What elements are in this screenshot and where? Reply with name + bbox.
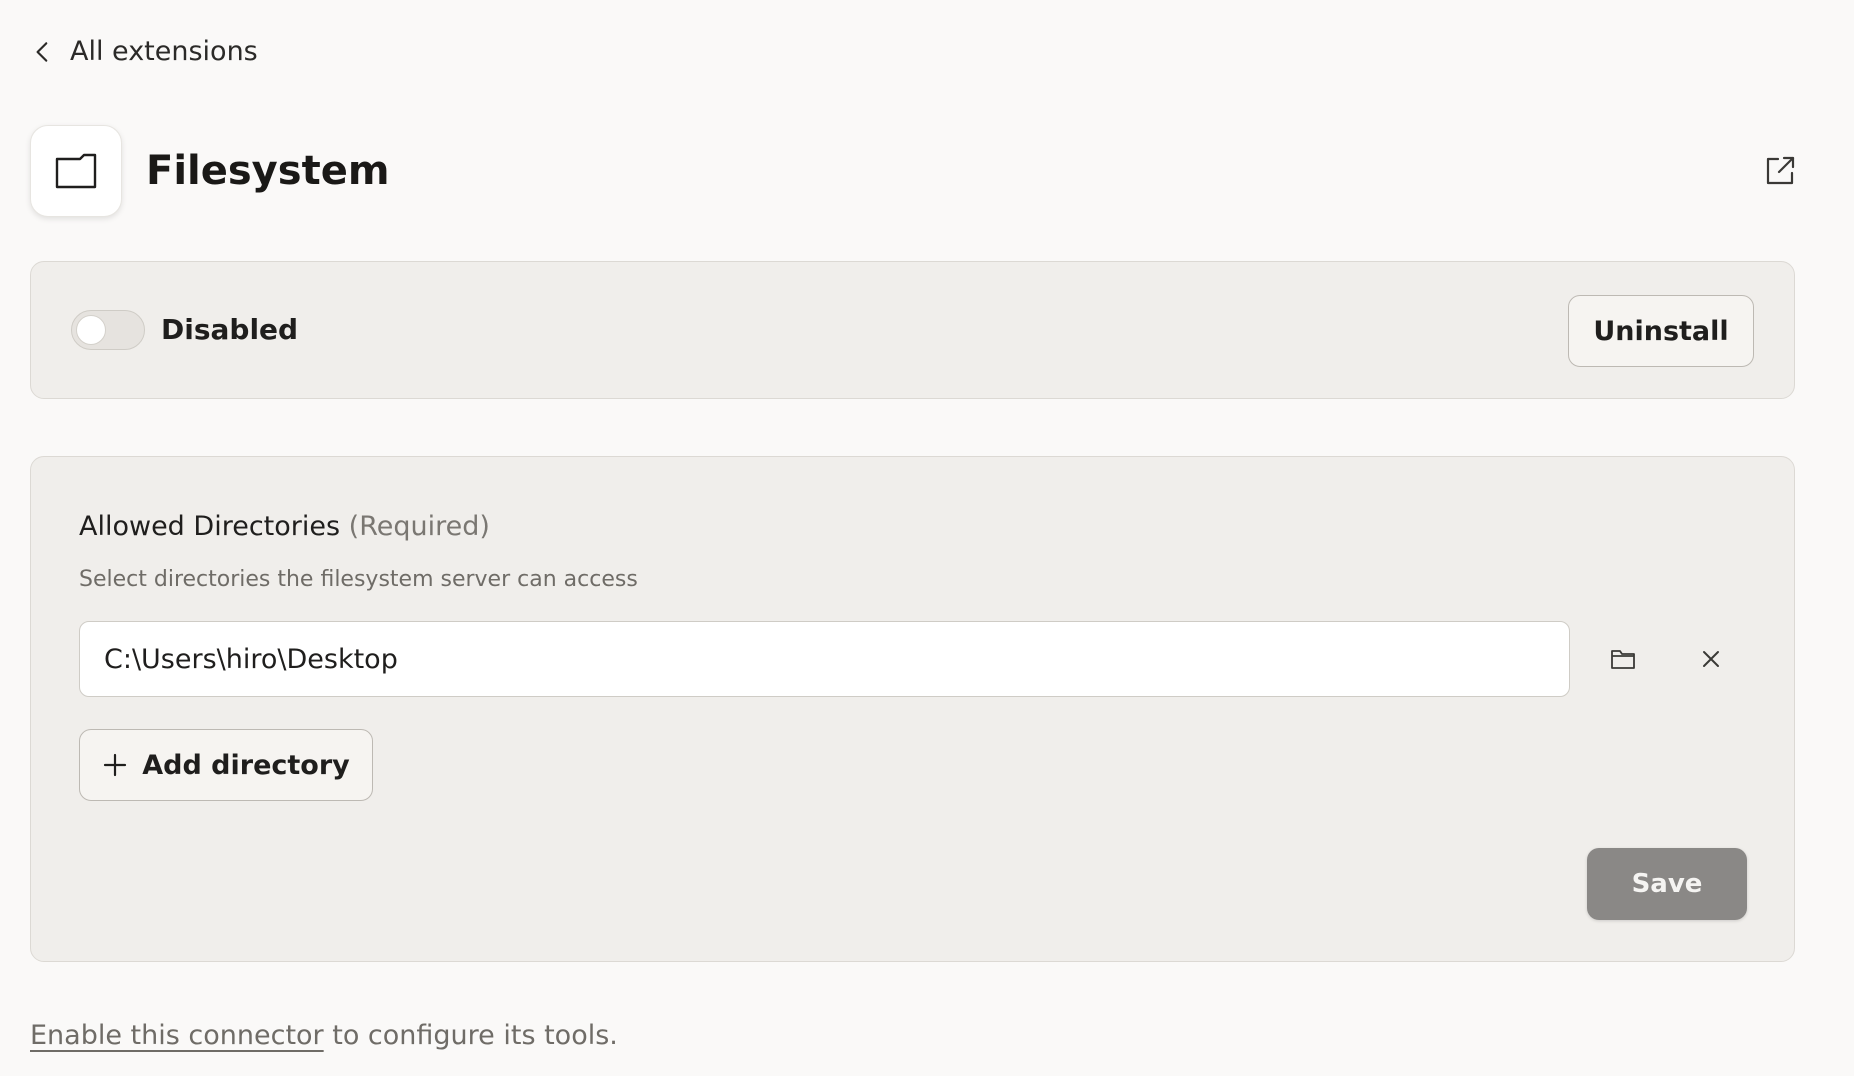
status-card: Disabled Uninstall (30, 261, 1795, 399)
enable-connector-link[interactable]: Enable this connector (30, 1020, 324, 1051)
required-tag: (Required) (348, 511, 490, 542)
footer-note: Enable this connector to configure its t… (30, 1020, 618, 1051)
extension-icon-tile (30, 125, 122, 217)
close-icon (1703, 651, 1719, 667)
open-external-button[interactable] (1762, 153, 1798, 189)
uninstall-button[interactable]: Uninstall (1568, 295, 1754, 367)
remove-directory-button[interactable] (1689, 637, 1733, 681)
extension-title: Filesystem (146, 148, 390, 194)
footer-rest-text: to configure its tools. (323, 1020, 618, 1051)
field-help-text: Select directories the filesystem server… (79, 567, 638, 592)
external-link-icon (1766, 156, 1795, 185)
extension-header: Filesystem (30, 125, 1854, 217)
back-link[interactable]: All extensions (30, 36, 258, 67)
folder-icon (55, 153, 97, 189)
add-directory-button[interactable]: Add directory (79, 729, 373, 801)
chevron-left-icon (36, 41, 48, 62)
status-label: Disabled (161, 313, 299, 346)
plus-icon (104, 753, 127, 777)
enable-toggle[interactable] (71, 310, 145, 350)
browse-directory-button[interactable] (1601, 637, 1645, 681)
folder-icon (1611, 650, 1635, 669)
save-button[interactable]: Save (1587, 848, 1747, 920)
field-label-text: Allowed Directories (79, 511, 341, 542)
extension-settings-page: All extensions Filesystem Disabled Unins… (0, 0, 1854, 1076)
field-label: Allowed Directories (Required) (79, 511, 490, 542)
directory-input[interactable] (79, 621, 1570, 697)
toggle-knob (76, 315, 106, 345)
back-link-label: All extensions (70, 36, 258, 67)
add-directory-label: Add directory (142, 749, 350, 781)
allowed-directories-card: Allowed Directories (Required) Select di… (30, 456, 1795, 962)
